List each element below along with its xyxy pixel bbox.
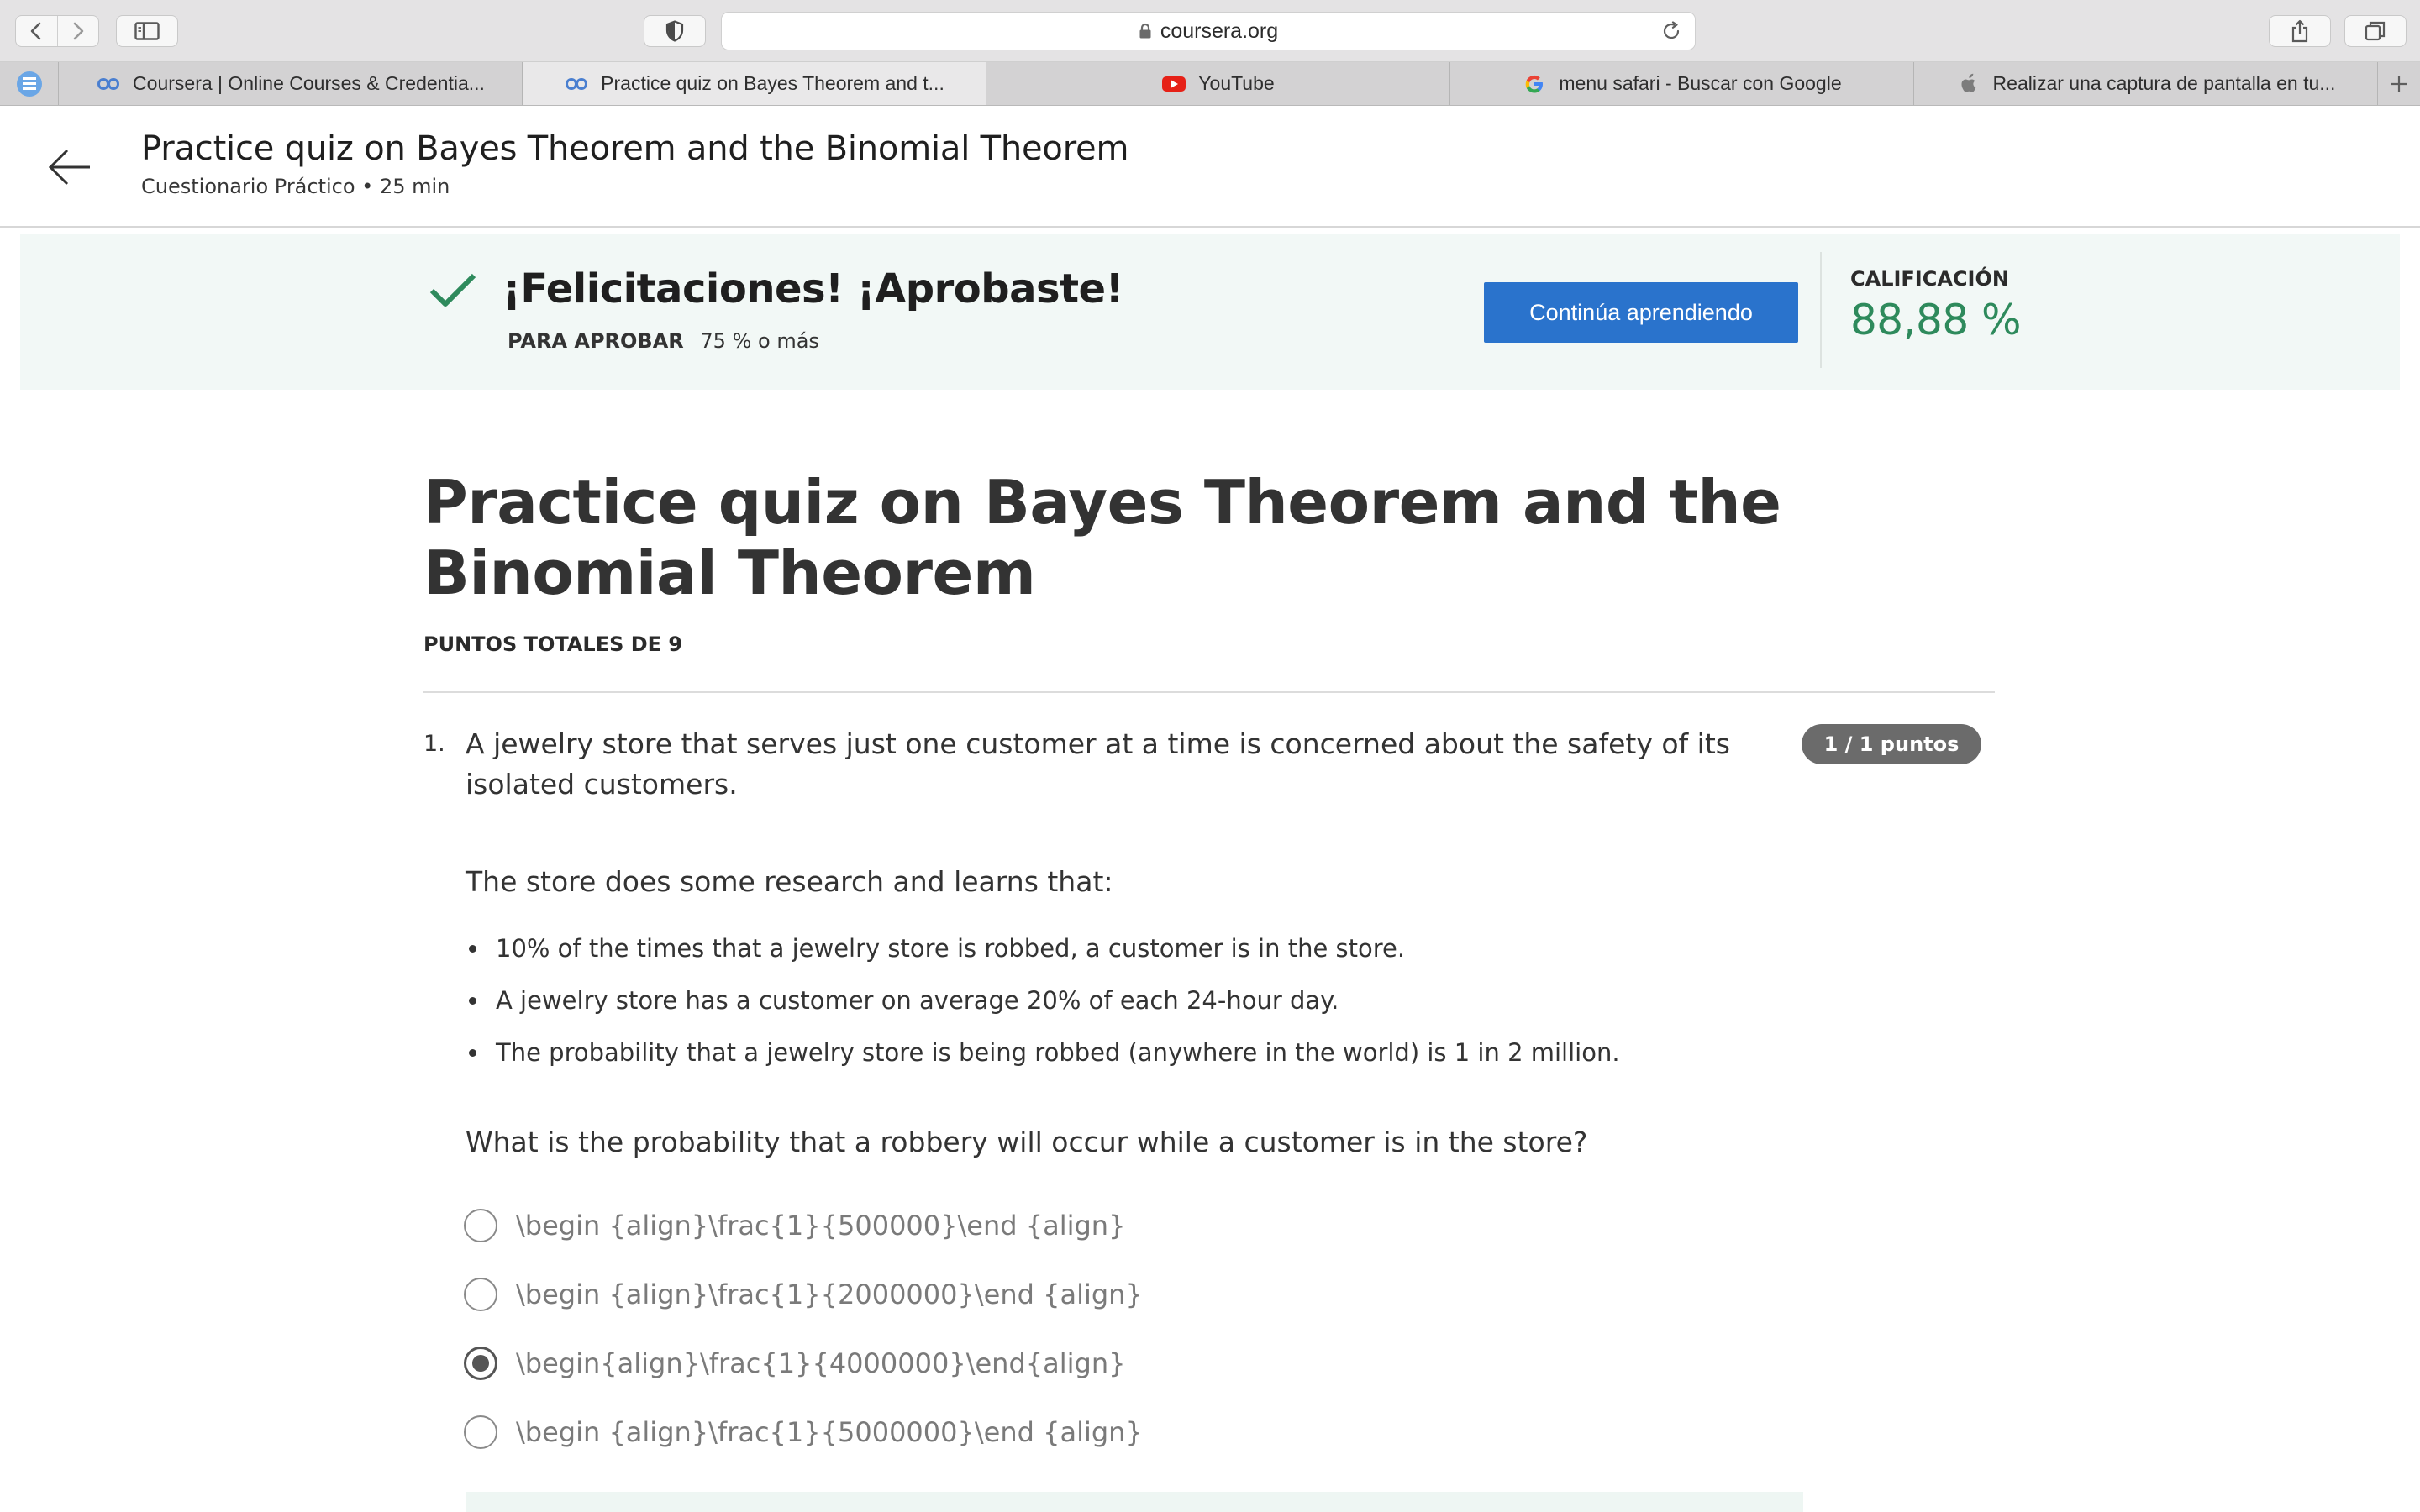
- list-item: 10% of the times that a jewelry store is…: [466, 922, 1620, 974]
- tab-apple-support[interactable]: Realizar una captura de pantalla en tu..…: [1914, 62, 2378, 105]
- question-number: 1.: [424, 731, 445, 757]
- pass-banner: ¡Felicitaciones! ¡Aprobaste! PARA APROBA…: [20, 234, 2400, 390]
- question-intro: The store does some research and learns …: [466, 865, 1113, 898]
- sidebar-icon: [134, 22, 160, 40]
- address-bar[interactable]: coursera.org: [721, 12, 1696, 50]
- grade-label: CALIFICACIÓN: [1850, 267, 2009, 291]
- answer-option-label: \begin {align}\frac{1}{500000}\end {alig…: [516, 1210, 1126, 1242]
- radio-button[interactable]: [464, 1278, 497, 1311]
- youtube-icon: [1161, 76, 1186, 92]
- tab-youtube[interactable]: YouTube: [986, 62, 1450, 105]
- answer-option-selected[interactable]: \begin{align}\frac{1}{4000000}\end{align…: [464, 1329, 1143, 1398]
- page-subtitle: Cuestionario Práctico • 25 min: [141, 175, 450, 198]
- tab-label: Realizar una captura de pantalla en tu..…: [1992, 72, 2336, 94]
- url-text: coursera.org: [1160, 18, 1279, 43]
- question-prompt: What is the probability that a robbery w…: [466, 1126, 1588, 1158]
- new-tab-button[interactable]: [2378, 62, 2420, 105]
- tab-coursera-home[interactable]: Coursera | Online Courses & Credentia...: [59, 62, 523, 105]
- sidebar-toggle-button[interactable]: [116, 15, 178, 47]
- radio-button[interactable]: [464, 1415, 497, 1449]
- share-button[interactable]: [2269, 15, 2331, 47]
- tab-overview-icon: [2365, 21, 2386, 41]
- tab-practice-quiz[interactable]: Practice quiz on Bayes Theorem and t...: [523, 62, 986, 105]
- answer-option[interactable]: \begin {align}\frac{1}{2000000}\end {ali…: [464, 1260, 1143, 1329]
- radio-button[interactable]: [464, 1209, 497, 1242]
- pass-message: ¡Felicitaciones! ¡Aprobaste!: [502, 265, 1123, 312]
- divider: [1820, 252, 1822, 368]
- tab-label: Coursera | Online Courses & Credentia...: [133, 72, 485, 94]
- pinned-site-icon: [16, 71, 42, 97]
- page-title: Practice quiz on Bayes Theorem and the B…: [141, 129, 1129, 168]
- forward-button[interactable]: [56, 16, 98, 46]
- plus-icon: [2391, 76, 2407, 92]
- question-text: A jewelry store that serves just one cus…: [466, 727, 1730, 801]
- pinned-tab[interactable]: [0, 62, 59, 105]
- answer-options: \begin {align}\frac{1}{500000}\end {alig…: [464, 1191, 1143, 1467]
- divider: [424, 691, 1995, 693]
- reload-icon[interactable]: [1661, 21, 1681, 47]
- answer-option[interactable]: \begin {align}\frac{1}{5000000}\end {ali…: [464, 1398, 1143, 1467]
- chevron-left-icon: [31, 22, 41, 40]
- arrow-left-icon: [48, 149, 90, 186]
- share-icon: [2291, 19, 2308, 43]
- answer-feedback-box: [466, 1492, 1803, 1512]
- tab-label: Practice quiz on Bayes Theorem and t...: [601, 72, 944, 94]
- radio-button-selected[interactable]: [464, 1347, 497, 1380]
- answer-option-label: \begin {align}\frac{1}{2000000}\end {ali…: [516, 1278, 1143, 1310]
- tab-label: menu safari - Buscar con Google: [1559, 72, 1842, 94]
- continue-learning-button[interactable]: Continúa aprendiendo: [1484, 282, 1798, 343]
- chevron-right-icon: [73, 22, 84, 40]
- back-arrow-button[interactable]: [47, 144, 92, 190]
- coursera-icon: [96, 76, 121, 92]
- grade-value: 88,88 %: [1850, 296, 2022, 344]
- tab-bar: Coursera | Online Courses & Credentia...…: [0, 62, 2420, 106]
- tab-overview-button[interactable]: [2344, 15, 2407, 47]
- pass-threshold-label: PARA APROBAR: [508, 329, 684, 353]
- apple-icon: [1956, 73, 1981, 92]
- browser-toolbar: coursera.org: [0, 0, 2420, 62]
- answer-option[interactable]: \begin {align}\frac{1}{500000}\end {alig…: [464, 1191, 1143, 1260]
- list-item: A jewelry store has a customer on averag…: [466, 974, 1620, 1026]
- list-item: The probability that a jewelry store is …: [466, 1026, 1620, 1079]
- back-button[interactable]: [16, 16, 57, 46]
- checkmark-icon: [429, 273, 476, 307]
- shield-icon: [666, 20, 684, 42]
- quiz-header: Practice quiz on Bayes Theorem and the B…: [0, 106, 2420, 228]
- google-icon: [1522, 75, 1547, 92]
- tab-label: YouTube: [1198, 72, 1275, 94]
- question-points-badge: 1 / 1 puntos: [1802, 724, 1981, 764]
- quiz-title: Practice quiz on Bayes Theorem and the B…: [424, 467, 1781, 608]
- tab-google-search[interactable]: menu safari - Buscar con Google: [1450, 62, 1914, 105]
- pass-threshold-value: 75 % o más: [700, 329, 819, 353]
- total-points: PUNTOS TOTALES DE 9: [424, 633, 683, 656]
- coursera-icon: [564, 76, 589, 92]
- lock-icon: [1139, 23, 1152, 39]
- pass-threshold: PARA APROBAR 75 % o más: [508, 329, 819, 353]
- question-facts-list: 10% of the times that a jewelry store is…: [466, 922, 1620, 1079]
- answer-option-label: \begin{align}\frac{1}{4000000}\end{align…: [516, 1347, 1126, 1379]
- answer-option-label: \begin {align}\frac{1}{5000000}\end {ali…: [516, 1416, 1143, 1448]
- privacy-report-button[interactable]: [644, 15, 706, 47]
- navigation-buttons: [15, 15, 99, 47]
